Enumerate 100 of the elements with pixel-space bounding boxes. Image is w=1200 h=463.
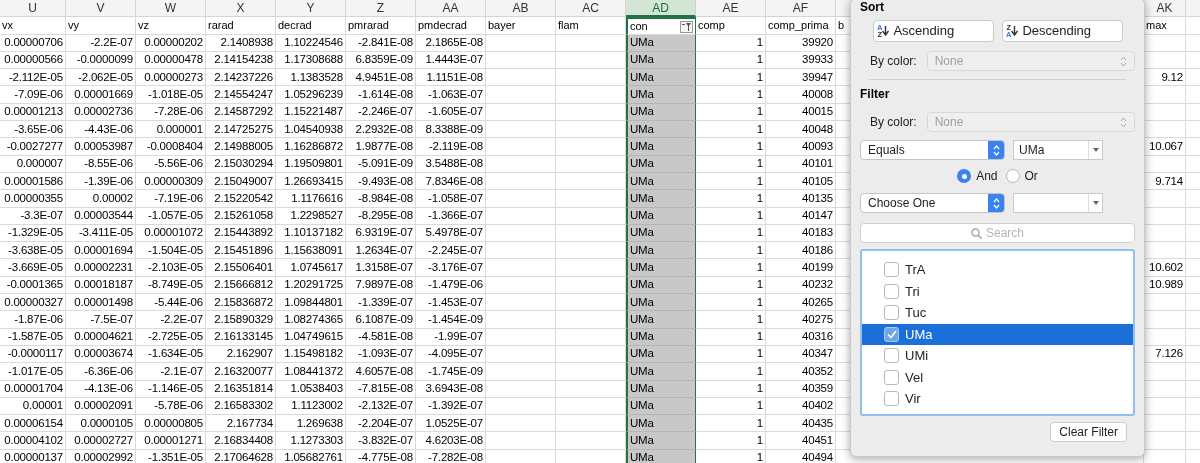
checkbox[interactable]: [884, 305, 899, 321]
table-cell: 0.00001586: [0, 172, 66, 191]
table-cell: -1.146E-05: [136, 380, 206, 398]
column-header[interactable]: X: [206, 0, 276, 18]
table-cell: 40101: [766, 155, 836, 173]
table-cell: 2.14725275: [206, 121, 276, 139]
value-list-item[interactable]: Tuc: [862, 302, 1133, 324]
radio-option[interactable]: And: [957, 167, 998, 185]
checkbox[interactable]: [884, 283, 899, 299]
table-cell: 39947: [766, 69, 836, 87]
table-cell: 8.3388E-09: [416, 121, 486, 139]
table-cell: 1.16286872: [276, 138, 346, 156]
table-cell: -1.99E-07: [416, 328, 486, 346]
value-combobox[interactable]: UMa: [1013, 140, 1103, 160]
filter-button[interactable]: [680, 21, 693, 34]
table-cell: 1: [696, 207, 766, 225]
column-header[interactable]: AC: [556, 0, 626, 18]
condition-dropdown[interactable]: Equals: [860, 140, 1005, 160]
table-cell: 1.15221487: [276, 103, 346, 122]
condition-dropdown[interactable]: Choose One: [860, 193, 1005, 213]
stepper-icon: [988, 194, 1004, 212]
value-list-item[interactable]: Tri: [862, 280, 1133, 302]
value-list-item[interactable]: UMa: [862, 323, 1133, 345]
table-cell: 1: [696, 34, 766, 52]
value-list-item[interactable]: Vir: [862, 388, 1133, 410]
table-cell: 1: [696, 103, 766, 122]
table-cell: 0.00002: [66, 190, 136, 208]
column-header[interactable]: V: [66, 0, 136, 18]
table-cell: 1: [696, 190, 766, 208]
table-cell: 2.14154238: [206, 51, 276, 70]
table-cell: 2.15836872: [206, 294, 276, 312]
table-cell: 2.1865E-08: [416, 34, 486, 52]
column-header[interactable]: AF: [766, 0, 836, 18]
table-cell: -7.19E-06: [136, 190, 206, 208]
table-cell: 0.00002231: [66, 259, 136, 277]
table-cell: [486, 276, 556, 295]
column-header[interactable]: U: [0, 0, 66, 18]
table-cell: 1: [696, 380, 766, 398]
value-list-item[interactable]: TrA: [862, 259, 1133, 281]
checkbox[interactable]: [884, 391, 899, 407]
table-cell: pmrarad: [346, 17, 416, 35]
table-cell: 1.09844801: [276, 294, 346, 312]
table-cell: 1.1383528: [276, 69, 346, 87]
table-cell: 3.6943E-08: [416, 380, 486, 398]
checkbox[interactable]: [884, 348, 899, 364]
checkbox[interactable]: [884, 262, 899, 278]
table-cell: 1.9877E-08: [346, 138, 416, 156]
table-cell: 1.15638091: [276, 242, 346, 260]
column-header[interactable]: AA: [416, 0, 486, 18]
table-cell: [486, 34, 556, 52]
table-cell: 7.9897E-08: [346, 276, 416, 295]
column-header[interactable]: Y: [276, 0, 346, 18]
table-cell: 2.15443892: [206, 224, 276, 243]
table-cell: UMa: [626, 86, 696, 104]
table-cell: 1: [696, 69, 766, 87]
stepper-icon: [1120, 55, 1127, 67]
column-header[interactable]: W: [136, 0, 206, 18]
table-cell: 2.167734: [206, 415, 276, 433]
field-label: By color:: [870, 114, 917, 131]
table-cell: 40494: [766, 449, 836, 463]
table-cell: 0.00004102: [0, 432, 66, 450]
table-cell: 1: [696, 397, 766, 416]
table-cell: -3.176E-07: [416, 259, 486, 277]
section-title: Filter: [860, 86, 891, 103]
column-header[interactable]: AK: [1144, 0, 1186, 18]
table-cell: 0.0000105: [66, 415, 136, 433]
column-header[interactable]: Z: [346, 0, 416, 18]
value-list-item[interactable]: UMi: [862, 345, 1133, 367]
table-cell: 40347: [766, 345, 836, 364]
table-cell: 1.4443E-07: [416, 51, 486, 70]
table-cell: rarad: [206, 17, 276, 35]
table-cell: -0.0027277: [0, 138, 66, 156]
table-cell: 5.4978E-07: [416, 224, 486, 243]
clear-filter-button[interactable]: Clear Filter: [1050, 422, 1127, 442]
table-cell: -3.411E-05: [66, 224, 136, 243]
value-list-item[interactable]: Vel: [862, 366, 1133, 388]
table-cell: -3.669E-05: [0, 259, 66, 277]
table-cell: 2.16583302: [206, 397, 276, 416]
table-cell: 2.16834408: [206, 432, 276, 450]
column-header[interactable]: AB: [486, 0, 556, 18]
table-cell: -0.0000117: [0, 345, 66, 364]
table-cell: 1: [696, 363, 766, 381]
table-cell: 2.17064628: [206, 449, 276, 463]
checkbox[interactable]: [884, 326, 899, 342]
table-cell: 40186: [766, 242, 836, 260]
table-cell: -8.55E-06: [66, 155, 136, 173]
table-cell: -5.091E-09: [346, 155, 416, 173]
table-cell: 1.269638: [276, 415, 346, 433]
table-cell: 40015: [766, 103, 836, 122]
value-combobox[interactable]: [1013, 193, 1103, 213]
column-header[interactable]: AE: [696, 0, 766, 18]
field-label: By color:: [870, 53, 917, 70]
column-header[interactable]: [1186, 0, 1200, 18]
checkbox[interactable]: [884, 369, 899, 385]
radio-option[interactable]: Or: [1005, 167, 1038, 185]
table-cell: 0.00001271: [136, 432, 206, 450]
table-cell: 2.14237226: [206, 69, 276, 87]
table-cell: 1.04749615: [276, 328, 346, 346]
table-cell: 0.00000327: [0, 294, 66, 312]
column-header[interactable]: AD: [626, 0, 696, 18]
